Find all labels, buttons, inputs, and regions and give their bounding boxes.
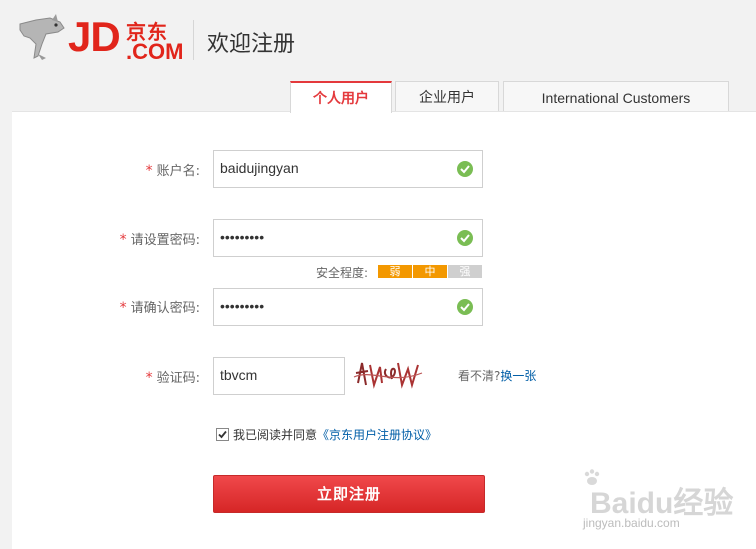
page-title: 欢迎注册 xyxy=(207,32,296,57)
jd-dog-icon xyxy=(19,14,65,60)
confirm-password-field[interactable] xyxy=(213,288,483,326)
check-icon xyxy=(457,230,473,246)
tab-international[interactable]: International Customers xyxy=(503,81,729,112)
logo-jd-text: JD xyxy=(68,13,121,60)
required-icon: * xyxy=(119,300,127,316)
captcha-hint: 看不清?换一张 xyxy=(458,369,537,383)
captcha-label: * 验证码: xyxy=(145,370,200,386)
strength-strong: 强 xyxy=(448,265,482,278)
strength-weak: 弱 xyxy=(378,265,412,278)
captcha-image[interactable] xyxy=(352,355,424,393)
strength-medium: 中 xyxy=(413,265,447,278)
agreement-link[interactable]: 《京东用户注册协议》 xyxy=(317,428,437,442)
logo-com-text: .COM xyxy=(126,39,184,64)
required-icon: * xyxy=(145,370,153,386)
required-icon: * xyxy=(145,163,153,179)
username-input[interactable] xyxy=(220,151,440,185)
confirm-password-input[interactable] xyxy=(220,289,440,323)
header-divider xyxy=(193,20,194,60)
check-icon xyxy=(457,299,473,315)
agreement: 我已阅读并同意《京东用户注册协议》 xyxy=(216,426,437,443)
captcha-input[interactable] xyxy=(220,358,338,392)
password-field[interactable] xyxy=(213,219,483,257)
captcha-refresh-link[interactable]: 换一张 xyxy=(500,369,536,383)
username-field[interactable] xyxy=(213,150,483,188)
jd-logo[interactable]: JD 京东 .COM xyxy=(16,12,186,68)
tab-personal[interactable]: 个人用户 xyxy=(290,81,392,113)
captcha-field[interactable] xyxy=(213,357,345,395)
strength-label: 安全程度: xyxy=(316,266,369,280)
watermark-subtext: jingyan.baidu.com xyxy=(583,516,680,530)
register-button[interactable]: 立即注册 xyxy=(213,475,485,513)
password-input[interactable] xyxy=(220,220,440,254)
username-label: * 账户名: xyxy=(145,163,200,179)
tab-business[interactable]: 企业用户 xyxy=(395,81,499,112)
required-icon: * xyxy=(119,232,127,248)
agreement-text: 我已阅读并同意 xyxy=(233,428,318,442)
password-label: * 请设置密码: xyxy=(119,232,200,248)
agreement-checkbox[interactable] xyxy=(216,428,229,441)
check-icon xyxy=(457,161,473,177)
confirm-password-label: * 请确认密码: xyxy=(119,300,200,316)
